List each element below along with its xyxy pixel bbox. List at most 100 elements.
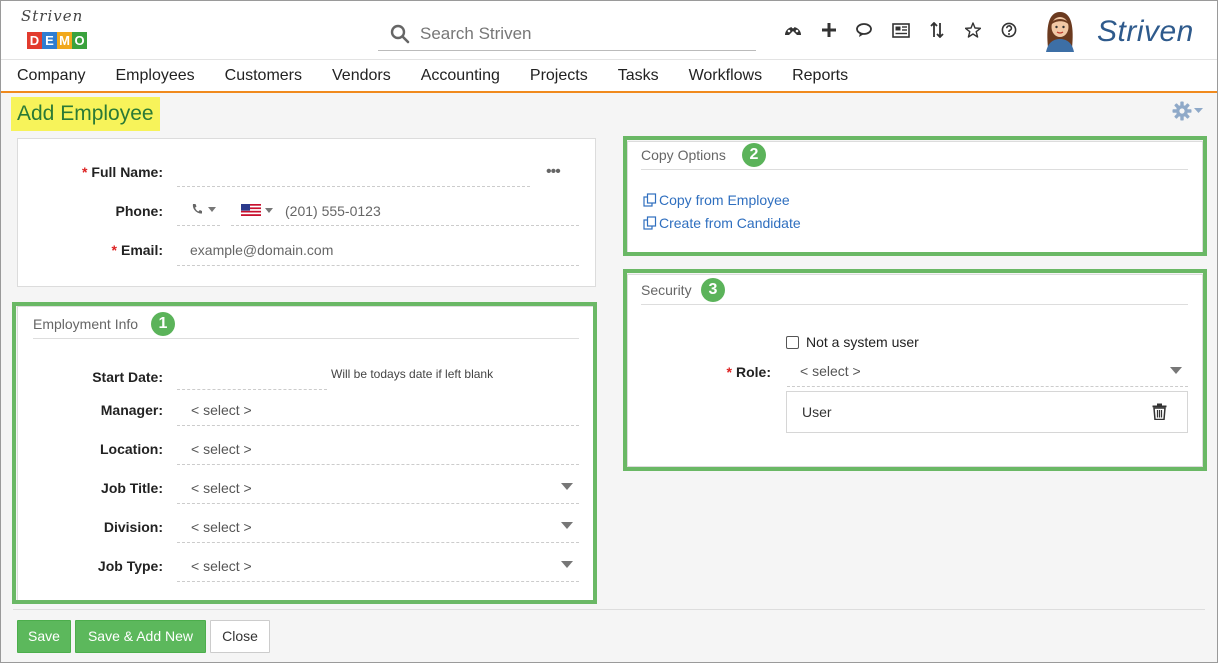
role-dropdown-caret[interactable] (1170, 367, 1182, 374)
logo-demo-badge: D E M O (27, 32, 87, 49)
manager-label: Manager: (100, 402, 163, 418)
start-date-label: Start Date: (92, 369, 163, 385)
nav-item-projects[interactable]: Projects (530, 67, 588, 85)
top-header: Striven D E M O Search Striven Striven (1, 1, 1217, 59)
full-name-input[interactable] (177, 186, 530, 187)
email-label: * Email: (111, 242, 163, 258)
nav-item-company[interactable]: Company (17, 67, 85, 85)
phone-input[interactable]: (201) 555-0123 (285, 203, 381, 219)
job-type-label: Job Type: (97, 558, 163, 574)
chevron-down-icon (1194, 108, 1203, 113)
email-input[interactable]: example@domain.com (190, 242, 333, 258)
copy-from-employee-link[interactable]: Copy from Employee (643, 192, 790, 208)
role-label: * Role: (726, 364, 771, 380)
chevron-down-icon (265, 207, 273, 213)
security-divider (641, 304, 1188, 305)
create-from-candidate-link[interactable]: Create from Candidate (643, 215, 801, 231)
logo-demo-letter: O (72, 32, 87, 49)
full-name-label-text: Full Name: (91, 164, 163, 180)
country-code-dropdown[interactable] (241, 204, 273, 216)
division-select[interactable]: < select > (191, 519, 252, 535)
not-system-user-label[interactable]: Not a system user (806, 334, 919, 350)
job-title-label: Job Title: (101, 480, 163, 496)
copy-from-employee-text: Copy from Employee (659, 192, 790, 208)
gear-icon (1172, 101, 1192, 121)
nav-item-accounting[interactable]: Accounting (421, 67, 500, 85)
manager-select[interactable]: < select > (191, 402, 252, 418)
location-underline (177, 464, 579, 465)
email-label-text: Email: (120, 242, 163, 258)
job-type-select[interactable]: < select > (191, 558, 252, 574)
logo-demo-letter: M (57, 32, 72, 49)
security-title: Security (641, 282, 692, 298)
step-badge-1: 1 (151, 312, 175, 336)
chat-icon[interactable] (847, 17, 883, 43)
nav-item-reports[interactable]: Reports (792, 67, 848, 85)
logo-demo-letter: D (27, 32, 42, 49)
job-type-underline (177, 581, 579, 582)
job-title-underline (177, 503, 579, 504)
page-settings-menu[interactable] (1172, 101, 1203, 121)
page-content: Add Employee * Full Name: ••• Phone: (20… (1, 93, 1217, 662)
star-icon[interactable] (955, 17, 991, 43)
phone-type-underline (177, 225, 220, 226)
step-badge-3: 3 (701, 278, 725, 302)
division-dropdown-caret[interactable] (561, 522, 573, 529)
job-title-select[interactable]: < select > (191, 480, 252, 496)
nav-item-employees[interactable]: Employees (115, 67, 194, 85)
news-icon[interactable] (883, 17, 919, 43)
plus-icon[interactable] (811, 17, 847, 43)
search-icon (390, 24, 410, 44)
nav-item-workflows[interactable]: Workflows (689, 67, 763, 85)
manager-underline (177, 425, 579, 426)
location-label: Location: (100, 441, 163, 457)
not-system-user-checkbox[interactable] (786, 336, 799, 349)
save-and-add-new-button[interactable]: Save & Add New (75, 620, 206, 653)
role-underline (787, 386, 1188, 387)
footer-divider (13, 609, 1205, 610)
copy-icon (643, 193, 657, 207)
location-select[interactable]: < select > (191, 441, 252, 457)
start-date-hint: Will be todays date if left blank (331, 367, 494, 381)
email-input-underline (177, 265, 579, 266)
nav-item-vendors[interactable]: Vendors (332, 67, 391, 85)
division-label: Division: (103, 519, 163, 535)
start-date-input[interactable] (177, 389, 327, 390)
page-title: Add Employee (11, 97, 160, 131)
full-name-label: * Full Name: (81, 164, 163, 180)
role-selected-item (786, 391, 1188, 433)
employment-info-title: Employment Info (33, 316, 139, 332)
phone-input-underline (231, 225, 579, 226)
striven-brand-logo[interactable]: Striven (1097, 15, 1194, 49)
create-from-candidate-text: Create from Candidate (659, 215, 801, 231)
main-nav: Company Employees Customers Vendors Acco… (1, 59, 1217, 93)
us-flag-icon (241, 204, 261, 216)
role-select[interactable]: < select > (800, 363, 861, 379)
dashboard-icon[interactable] (775, 17, 811, 43)
help-icon[interactable] (991, 17, 1027, 43)
phone-icon (192, 204, 202, 214)
striven-demo-logo[interactable]: Striven D E M O (19, 7, 99, 53)
copy-options-title: Copy Options (641, 147, 726, 163)
job-type-dropdown-caret[interactable] (561, 561, 573, 568)
phone-type-dropdown[interactable] (191, 203, 216, 215)
sort-icon[interactable] (919, 17, 955, 43)
nav-item-tasks[interactable]: Tasks (618, 67, 659, 85)
step-badge-2: 2 (742, 143, 766, 167)
close-button[interactable]: Close (210, 620, 270, 653)
header-toolbar (775, 17, 1027, 43)
global-search (378, 17, 756, 51)
phone-label: Phone: (115, 203, 163, 219)
chevron-down-icon (208, 206, 216, 212)
role-selected-value: User (802, 404, 832, 420)
user-avatar[interactable] (1040, 8, 1080, 52)
nav-item-customers[interactable]: Customers (225, 67, 302, 85)
more-options-icon[interactable]: ••• (546, 163, 561, 181)
copy-icon (643, 216, 657, 230)
job-title-dropdown-caret[interactable] (561, 483, 573, 490)
role-label-text: Role: (736, 364, 771, 380)
trash-icon[interactable] (1152, 403, 1167, 423)
search-input[interactable] (420, 23, 740, 44)
copy-options-divider (641, 169, 1188, 170)
save-button[interactable]: Save (17, 620, 71, 653)
